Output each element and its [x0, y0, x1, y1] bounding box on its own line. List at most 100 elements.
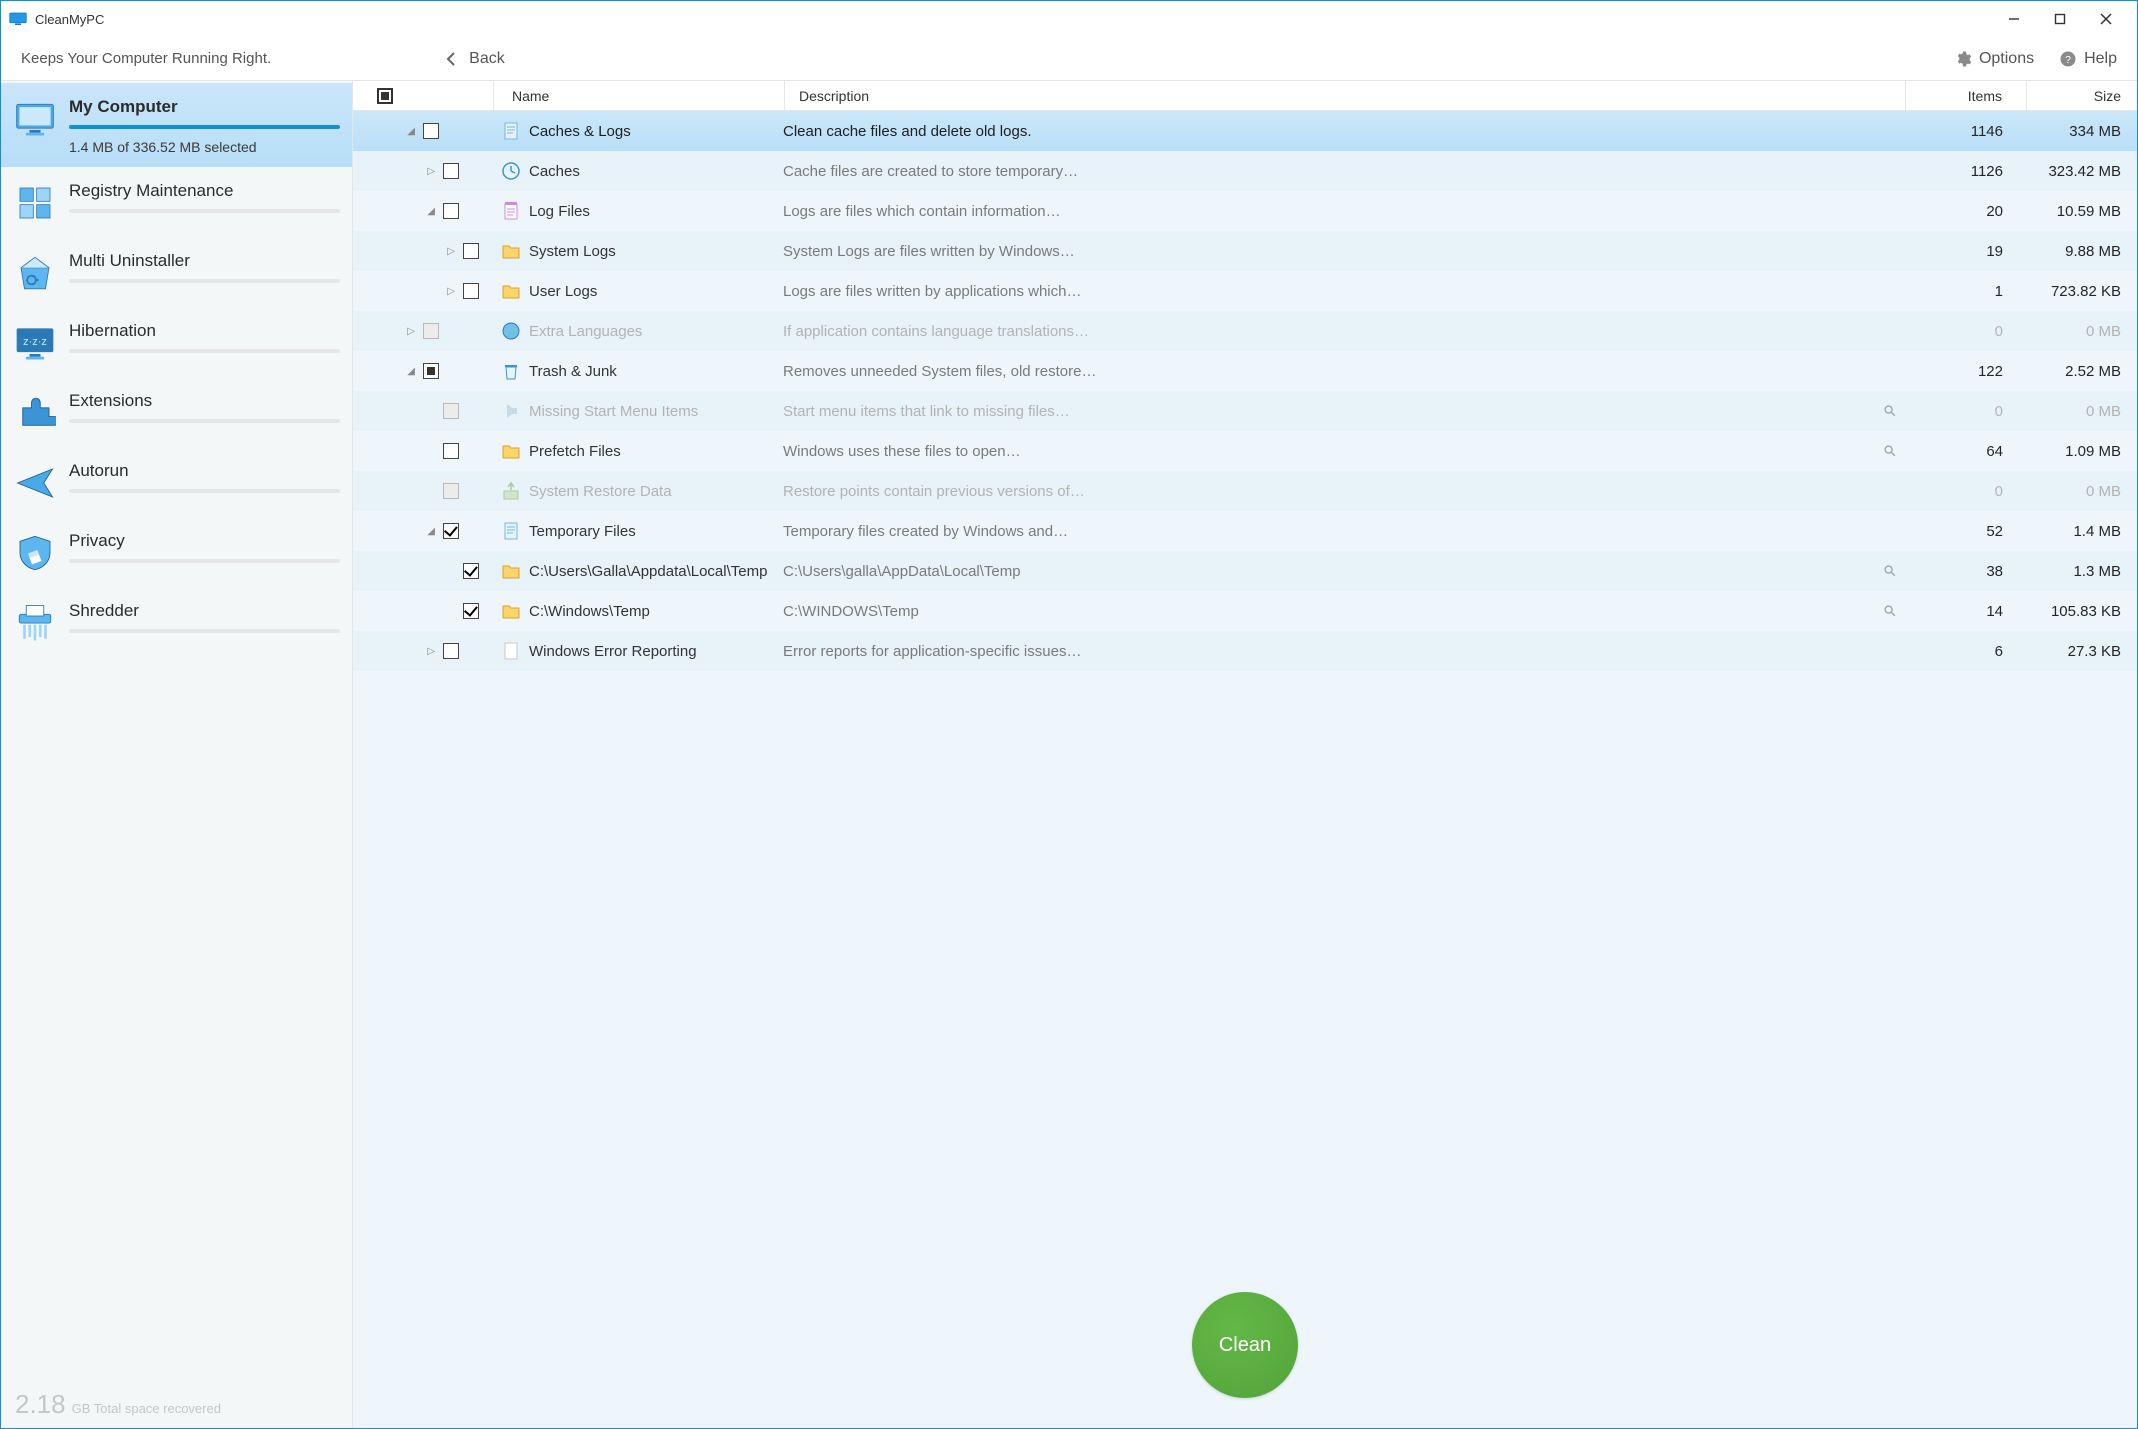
clean-button[interactable]: Clean — [1192, 1292, 1298, 1398]
expander-closed-icon[interactable]: ▷ — [447, 246, 455, 257]
help-label: Help — [2084, 50, 2117, 68]
title-bar: CleanMyPC — [1, 1, 2137, 37]
col-desc-header[interactable]: Description — [785, 88, 1905, 104]
row-checkbox[interactable] — [443, 163, 459, 179]
table-row[interactable]: ▷User LogsLogs are files written by appl… — [353, 271, 2137, 311]
table-row[interactable]: ▷CachesCache files are created to store … — [353, 151, 2137, 191]
help-icon: ? — [2058, 49, 2078, 69]
table-row[interactable]: ▷Windows Error ReportingError reports fo… — [353, 631, 2137, 671]
table-row[interactable]: ◢Log FilesLogs are files which contain i… — [353, 191, 2137, 231]
table-header: Name Description Items Size — [353, 81, 2137, 111]
expander-open-icon[interactable]: ◢ — [427, 206, 435, 217]
col-name-header[interactable]: Name — [494, 88, 784, 104]
row-size: 0 MB — [2027, 483, 2137, 500]
expander-closed-icon[interactable]: ▷ — [427, 166, 435, 177]
help-button[interactable]: ? Help — [2058, 49, 2117, 69]
row-items: 1146 — [1907, 123, 2027, 140]
expander-open-icon[interactable]: ◢ — [407, 126, 415, 137]
row-name: Windows Error Reporting — [529, 643, 783, 660]
table-row[interactable]: ◢Caches & LogsClean cache files and dele… — [353, 111, 2137, 151]
row-checkbox[interactable] — [423, 363, 439, 379]
row-checkbox[interactable] — [463, 563, 479, 579]
sidebar-item-autorun[interactable]: Autorun — [1, 447, 352, 517]
row-icon — [493, 401, 529, 421]
sidebar-item-shredder[interactable]: Shredder — [1, 587, 352, 657]
search-icon[interactable] — [1883, 444, 1897, 458]
app-title: CleanMyPC — [35, 12, 104, 27]
row-description: Temporary files created by Windows and… — [783, 523, 1907, 540]
table-row[interactable]: ▷System LogsSystem Logs are files writte… — [353, 231, 2137, 271]
table-row[interactable]: Prefetch FilesWindows uses these files t… — [353, 431, 2137, 471]
search-icon[interactable] — [1883, 604, 1897, 618]
col-items-header[interactable]: Items — [1906, 88, 2026, 104]
expander-open-icon[interactable]: ◢ — [407, 366, 415, 377]
row-items: 14 — [1907, 603, 2027, 620]
expander-closed-icon[interactable]: ▷ — [427, 646, 435, 657]
table-row[interactable]: ◢Temporary FilesTemporary files created … — [353, 511, 2137, 551]
row-items: 19 — [1907, 243, 2027, 260]
row-name: Trash & Junk — [529, 363, 783, 380]
row-description: System Logs are files written by Windows… — [783, 243, 1907, 260]
maximize-button[interactable] — [2037, 4, 2083, 34]
row-checkbox[interactable] — [463, 243, 479, 259]
options-label: Options — [1979, 50, 2034, 68]
row-items: 0 — [1907, 323, 2027, 340]
row-icon — [493, 201, 529, 221]
row-description: C:\Users\galla\AppData\Local\Temp — [783, 563, 1907, 580]
sidebar-item-my-computer[interactable]: My Computer1.4 MB of 336.52 MB selected — [1, 83, 352, 167]
progress-bar — [69, 559, 340, 563]
rows-container: ◢Caches & LogsClean cache files and dele… — [353, 111, 2137, 1268]
row-checkbox[interactable] — [463, 603, 479, 619]
expander-closed-icon[interactable]: ▷ — [407, 326, 415, 337]
app-icon — [9, 12, 27, 26]
row-checkbox[interactable] — [463, 283, 479, 299]
expander-closed-icon[interactable]: ▷ — [447, 286, 455, 297]
sidebar-item-extensions[interactable]: Extensions — [1, 377, 352, 447]
minimize-button[interactable] — [1991, 4, 2037, 34]
recovered-unit: GB Total space recovered — [72, 1401, 221, 1416]
row-checkbox[interactable] — [443, 203, 459, 219]
progress-bar — [69, 419, 340, 423]
header-checkbox[interactable] — [377, 88, 393, 104]
sidebar-item-registry[interactable]: Registry Maintenance — [1, 167, 352, 237]
row-checkbox — [423, 323, 439, 339]
row-description: Removes unneeded System files, old resto… — [783, 363, 1907, 380]
sidebar-item-privacy[interactable]: Privacy — [1, 517, 352, 587]
row-size: 1.09 MB — [2027, 443, 2137, 460]
row-name: Log Files — [529, 203, 783, 220]
row-description: Start menu items that link to missing fi… — [783, 403, 1907, 420]
close-button[interactable] — [2083, 4, 2129, 34]
row-items: 20 — [1907, 203, 2027, 220]
table-row[interactable]: Missing Start Menu ItemsStart menu items… — [353, 391, 2137, 431]
table-row[interactable]: System Restore DataRestore points contai… — [353, 471, 2137, 511]
table-row[interactable]: ◢ Trash & JunkRemoves unneeded System fil… — [353, 351, 2137, 391]
row-size: 9.88 MB — [2027, 243, 2137, 260]
row-checkbox[interactable] — [423, 123, 439, 139]
search-icon[interactable] — [1883, 564, 1897, 578]
row-icon — [493, 281, 529, 301]
sidebar-item-hibernation[interactable]: z·z·zHibernation — [1, 307, 352, 377]
row-icon — [493, 361, 529, 381]
row-name: C:\Windows\Temp — [529, 603, 783, 620]
back-button[interactable]: Back — [441, 49, 505, 69]
row-checkbox[interactable] — [443, 443, 459, 459]
expander-open-icon[interactable]: ◢ — [427, 526, 435, 537]
row-description: Clean cache files and delete old logs. — [783, 123, 1907, 140]
row-icon — [493, 641, 529, 661]
col-size-header[interactable]: Size — [2027, 88, 2137, 104]
table-row[interactable]: ▷Extra LanguagesIf application contains … — [353, 311, 2137, 351]
row-icon — [493, 241, 529, 261]
sidebar-item-uninstaller[interactable]: Multi Uninstaller — [1, 237, 352, 307]
row-description: Windows uses these files to open… — [783, 443, 1907, 460]
autorun-icon — [13, 461, 57, 505]
table-row[interactable]: C:\Users\Galla\Appdata\Local\TempC:\User… — [353, 551, 2137, 591]
row-items: 1 — [1907, 283, 2027, 300]
search-icon[interactable] — [1883, 404, 1897, 418]
row-checkbox[interactable] — [443, 643, 459, 659]
options-button[interactable]: Options — [1953, 49, 2034, 69]
row-description: C:\WINDOWS\Temp — [783, 603, 1907, 620]
row-checkbox[interactable] — [443, 523, 459, 539]
svg-text:z·z·z: z·z·z — [23, 336, 47, 348]
chevron-left-icon — [441, 49, 461, 69]
table-row[interactable]: C:\Windows\TempC:\WINDOWS\Temp14105.83 K… — [353, 591, 2137, 631]
